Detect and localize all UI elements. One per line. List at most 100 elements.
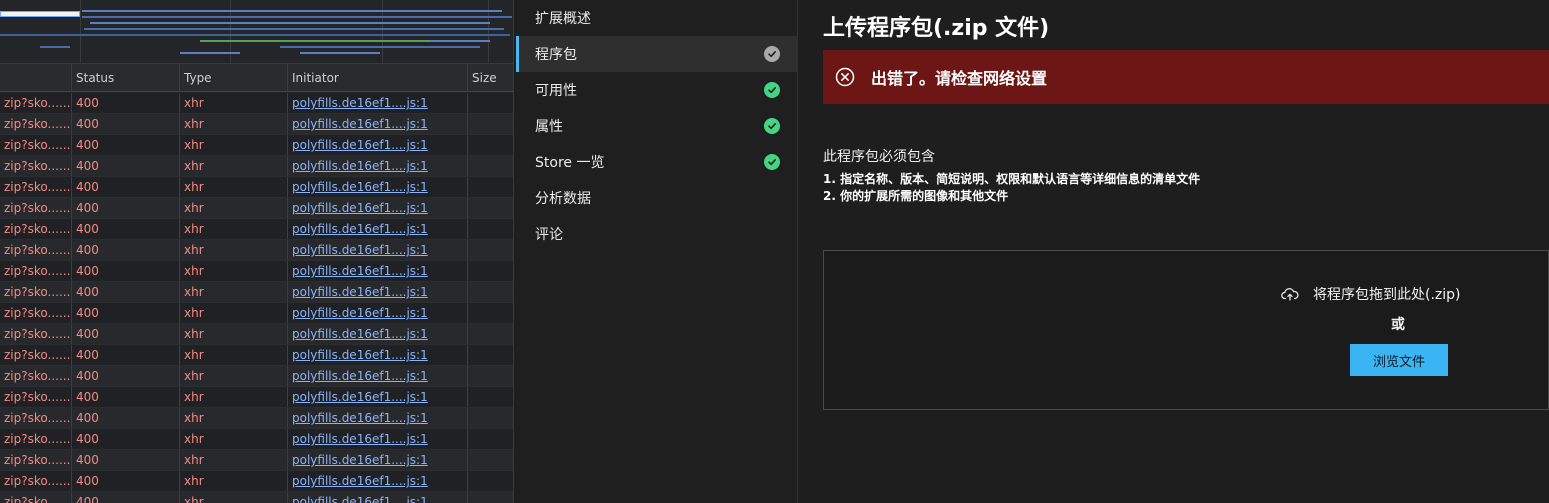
initiator-link[interactable]: polyfills.de16ef1....js:1 [292,369,428,383]
network-request-row[interactable]: zip?sko...... 400 xhr polyfills.de16ef1....… [0,282,513,303]
request-name[interactable]: zip?sko...... [0,387,72,407]
request-type: xhr [180,471,288,491]
request-size [468,450,513,470]
sidebar-item-5[interactable]: Store 一览 [516,144,798,180]
sidebar-item-4[interactable]: 属性 [516,108,798,144]
drop-instructions: 将程序包拖到此处(.zip) [1281,284,1461,304]
request-name[interactable]: zip?sko...... [0,177,72,197]
initiator-link[interactable]: polyfills.de16ef1....js:1 [292,411,428,425]
request-name[interactable]: zip?sko...... [0,198,72,218]
sidebar-item-2[interactable]: 程序包 [516,36,798,72]
initiator-link[interactable]: polyfills.de16ef1....js:1 [292,495,428,503]
initiator-link[interactable]: polyfills.de16ef1....js:1 [292,96,428,110]
column-header-size[interactable]: Size [468,64,513,91]
request-name[interactable]: zip?sko...... [0,303,72,323]
request-name[interactable]: zip?sko...... [0,93,72,113]
request-name[interactable]: zip?sko...... [0,408,72,428]
error-banner: 出错了。请检查网络设置 [823,50,1549,104]
network-request-row[interactable]: zip?sko...... 400 xhr polyfills.de16ef1....… [0,93,513,114]
column-header-name[interactable] [0,64,72,91]
column-header-type[interactable]: Type [180,64,288,91]
initiator-link[interactable]: polyfills.de16ef1....js:1 [292,117,428,131]
initiator-link[interactable]: polyfills.de16ef1....js:1 [292,306,428,320]
network-request-row[interactable]: zip?sko...... 400 xhr polyfills.de16ef1....… [0,198,513,219]
network-request-row[interactable]: zip?sko...... 400 xhr polyfills.de16ef1....… [0,387,513,408]
request-name[interactable]: zip?sko...... [0,282,72,302]
request-name[interactable]: zip?sko...... [0,345,72,365]
request-size [468,345,513,365]
network-request-row[interactable]: zip?sko...... 400 xhr polyfills.de16ef1....… [0,429,513,450]
initiator-link[interactable]: polyfills.de16ef1....js:1 [292,222,428,236]
request-name[interactable]: zip?sko...... [0,450,72,470]
network-request-row[interactable]: zip?sko...... 400 xhr polyfills.de16ef1....… [0,345,513,366]
sidebar-item-label: 扩展概述 [535,11,591,27]
initiator-link[interactable]: polyfills.de16ef1....js:1 [292,264,428,278]
request-size [468,387,513,407]
check-circle-icon [764,46,780,62]
network-request-row[interactable]: zip?sko...... 400 xhr polyfills.de16ef1....… [0,324,513,345]
request-status: 400 [72,345,180,365]
request-status: 400 [72,324,180,344]
request-status: 400 [72,282,180,302]
initiator-link[interactable]: polyfills.de16ef1....js:1 [292,201,428,215]
browse-files-button[interactable]: 浏览文件 [1350,344,1448,376]
initiator-link[interactable]: polyfills.de16ef1....js:1 [292,243,428,257]
network-request-row[interactable]: zip?sko...... 400 xhr polyfills.de16ef1....… [0,177,513,198]
request-name[interactable]: zip?sko...... [0,156,72,176]
request-name[interactable]: zip?sko...... [0,366,72,386]
network-request-row[interactable]: zip?sko...... 400 xhr polyfills.de16ef1....… [0,135,513,156]
request-name[interactable]: zip?sko...... [0,492,72,503]
request-name[interactable]: zip?sko...... [0,261,72,281]
request-name[interactable]: zip?sko...... [0,135,72,155]
network-request-row[interactable]: zip?sko...... 400 xhr polyfills.de16ef1....… [0,219,513,240]
network-request-row[interactable]: zip?sko...... 400 xhr polyfills.de16ef1....… [0,240,513,261]
request-name[interactable]: zip?sko...... [0,114,72,134]
request-type: xhr [180,387,288,407]
network-request-row[interactable]: zip?sko...... 400 xhr polyfills.de16ef1....… [0,366,513,387]
request-status: 400 [72,261,180,281]
initiator-link[interactable]: polyfills.de16ef1....js:1 [292,390,428,404]
initiator-link[interactable]: polyfills.de16ef1....js:1 [292,159,428,173]
network-request-row[interactable]: zip?sko...... 400 xhr polyfills.de16ef1....… [0,492,513,503]
sidebar-item-7[interactable]: 评论 [516,216,798,252]
initiator-link[interactable]: polyfills.de16ef1....js:1 [292,453,428,467]
request-name[interactable]: zip?sko...... [0,324,72,344]
timeline-selection[interactable] [0,11,80,17]
page-title: 上传程序包(.zip 文件) [823,16,1050,41]
network-request-row[interactable]: zip?sko...... 400 xhr polyfills.de16ef1....… [0,450,513,471]
request-size [468,114,513,134]
request-status: 400 [72,303,180,323]
request-status: 400 [72,156,180,176]
request-status: 400 [72,240,180,260]
request-type: xhr [180,282,288,302]
initiator-link[interactable]: polyfills.de16ef1....js:1 [292,348,428,362]
initiator-link[interactable]: polyfills.de16ef1....js:1 [292,285,428,299]
column-header-initiator[interactable]: Initiator [288,64,468,91]
request-name[interactable]: zip?sko...... [0,471,72,491]
network-request-row[interactable]: zip?sko...... 400 xhr polyfills.de16ef1....… [0,114,513,135]
network-request-row[interactable]: zip?sko...... 400 xhr polyfills.de16ef1....… [0,471,513,492]
network-request-row[interactable]: zip?sko...... 400 xhr polyfills.de16ef1....… [0,303,513,324]
request-type: xhr [180,303,288,323]
initiator-link[interactable]: polyfills.de16ef1....js:1 [292,432,428,446]
request-size [468,303,513,323]
network-overview-timeline[interactable] [0,0,513,64]
request-name[interactable]: zip?sko...... [0,240,72,260]
request-name[interactable]: zip?sko...... [0,429,72,449]
file-drop-zone[interactable] [823,250,1549,410]
initiator-link[interactable]: polyfills.de16ef1....js:1 [292,474,428,488]
column-header-status[interactable]: Status [72,64,180,91]
network-request-row[interactable]: zip?sko...... 400 xhr polyfills.de16ef1....… [0,408,513,429]
request-type: xhr [180,93,288,113]
initiator-link[interactable]: polyfills.de16ef1....js:1 [292,180,428,194]
initiator-link[interactable]: polyfills.de16ef1....js:1 [292,327,428,341]
initiator-link[interactable]: polyfills.de16ef1....js:1 [292,138,428,152]
sidebar-item-3[interactable]: 可用性 [516,72,798,108]
sidebar-item-6[interactable]: 分析数据 [516,180,798,216]
network-request-row[interactable]: zip?sko...... 400 xhr polyfills.de16ef1....… [0,156,513,177]
request-type: xhr [180,366,288,386]
request-name[interactable]: zip?sko...... [0,219,72,239]
sidebar-item-1[interactable]: 扩展概述 [516,0,798,36]
network-request-row[interactable]: zip?sko...... 400 xhr polyfills.de16ef1....… [0,261,513,282]
check-circle-icon [764,82,780,98]
